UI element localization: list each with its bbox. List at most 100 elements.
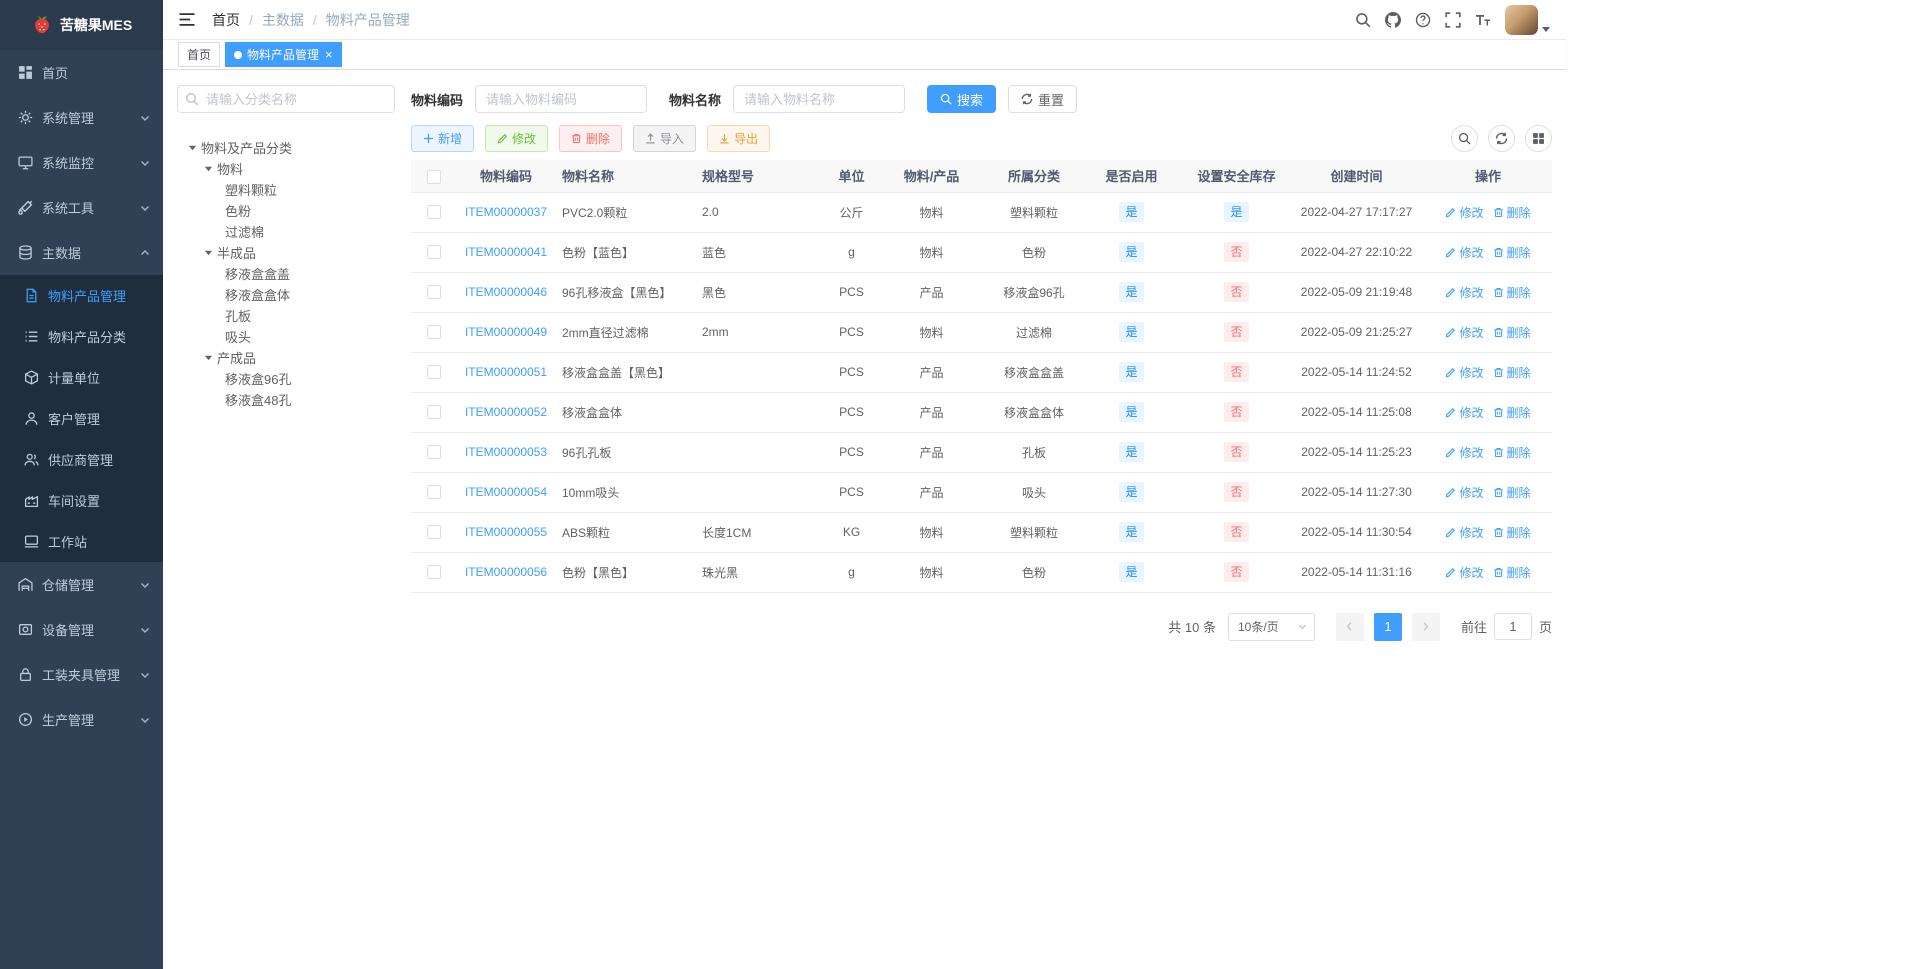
tree-node[interactable]: 孔板 xyxy=(177,305,395,326)
sidebar-item[interactable]: 仓储管理 xyxy=(0,562,163,607)
tree-node[interactable]: 塑料颗粒 xyxy=(177,179,395,200)
row-edit-link[interactable]: 修改 xyxy=(1445,324,1484,341)
row-checkbox[interactable] xyxy=(426,565,441,580)
tree-node[interactable]: 半成品 xyxy=(177,242,395,263)
row-edit-link[interactable]: 修改 xyxy=(1445,564,1484,581)
row-checkbox[interactable] xyxy=(426,365,441,380)
row-checkbox[interactable] xyxy=(426,445,441,460)
sidebar-item[interactable]: 工装夹具管理 xyxy=(0,652,163,697)
refresh-table-button[interactable] xyxy=(1488,125,1515,152)
reset-button[interactable]: 重置 xyxy=(1008,85,1078,113)
row-edit-link[interactable]: 修改 xyxy=(1445,444,1484,461)
row-delete-link[interactable]: 删除 xyxy=(1493,364,1531,381)
row-delete-link[interactable]: 删除 xyxy=(1493,204,1531,221)
row-delete-link[interactable]: 删除 xyxy=(1493,524,1531,541)
sidebar-subitem[interactable]: 工作站 xyxy=(0,521,163,562)
sidebar-subitem[interactable]: 车间设置 xyxy=(0,480,163,521)
goto-page-input[interactable] xyxy=(1493,613,1532,640)
row-delete-link[interactable]: 删除 xyxy=(1493,284,1531,301)
row-checkbox[interactable] xyxy=(426,485,441,500)
tree-node[interactable]: 移液盒盒体 xyxy=(177,284,395,305)
material-code-link[interactable]: ITEM00000041 xyxy=(465,245,547,259)
tree-node[interactable]: 产成品 xyxy=(177,347,395,368)
user-menu[interactable] xyxy=(1505,4,1551,35)
material-code-link[interactable]: ITEM00000037 xyxy=(465,205,547,219)
search-icon[interactable] xyxy=(1355,12,1371,28)
search-button[interactable]: 搜索 xyxy=(927,85,997,113)
material-code-link[interactable]: ITEM00000046 xyxy=(465,285,547,299)
sidebar-subitem[interactable]: 物料产品管理 xyxy=(0,275,163,316)
row-checkbox[interactable] xyxy=(426,205,441,220)
row-checkbox[interactable] xyxy=(426,245,441,260)
material-code-link[interactable]: ITEM00000051 xyxy=(465,365,547,379)
sidebar-item[interactable]: 设备管理 xyxy=(0,607,163,652)
row-checkbox[interactable] xyxy=(426,325,441,340)
page-size-select[interactable]: 10条/页 xyxy=(1227,612,1315,641)
next-page-button[interactable] xyxy=(1411,612,1440,641)
tab-item[interactable]: 物料产品管理 × xyxy=(225,42,342,67)
tab-item[interactable]: 首页 xyxy=(178,42,221,67)
row-delete-link[interactable]: 删除 xyxy=(1493,564,1531,581)
add-button[interactable]: 新增 xyxy=(411,125,475,152)
row-edit-link[interactable]: 修改 xyxy=(1445,244,1484,261)
avatar[interactable] xyxy=(1505,4,1538,35)
row-delete-link[interactable]: 删除 xyxy=(1493,444,1531,461)
sidebar-item[interactable]: 首页 xyxy=(0,50,163,95)
fullscreen-icon[interactable] xyxy=(1445,11,1461,28)
material-code-link[interactable]: ITEM00000053 xyxy=(465,445,547,459)
sidebar-subitem[interactable]: 物料产品分类 xyxy=(0,316,163,357)
current-page-button[interactable]: 1 xyxy=(1373,612,1402,641)
tree-node[interactable]: 物料及产品分类 xyxy=(177,137,395,158)
row-delete-link[interactable]: 删除 xyxy=(1493,244,1531,261)
sidebar-item[interactable]: 系统监控 xyxy=(0,140,163,185)
sidebar-item[interactable]: 系统管理 xyxy=(0,95,163,140)
material-name-input[interactable] xyxy=(733,85,906,113)
material-code-link[interactable]: ITEM00000052 xyxy=(465,405,547,419)
row-delete-link[interactable]: 删除 xyxy=(1493,484,1531,501)
material-code-link[interactable]: ITEM00000055 xyxy=(465,525,547,539)
sidebar-subitem[interactable]: 供应商管理 xyxy=(0,439,163,480)
edit-button[interactable]: 修改 xyxy=(485,125,549,152)
tree-node[interactable]: 移液盒96孔 xyxy=(177,368,395,389)
row-edit-link[interactable]: 修改 xyxy=(1445,364,1484,381)
sidebar-item[interactable]: 系统工具 xyxy=(0,185,163,230)
github-icon[interactable] xyxy=(1385,11,1401,28)
row-checkbox[interactable] xyxy=(426,405,441,420)
tree-node[interactable]: 色粉 xyxy=(177,200,395,221)
sidebar-item[interactable]: 生产管理 xyxy=(0,697,163,742)
tree-node[interactable]: 移液盒48孔 xyxy=(177,389,395,410)
category-search-input[interactable] xyxy=(177,85,395,113)
tree-node[interactable]: 吸头 xyxy=(177,326,395,347)
material-code-link[interactable]: ITEM00000049 xyxy=(465,325,547,339)
breadcrumb-item[interactable]: 首页 xyxy=(212,10,240,30)
row-delete-link[interactable]: 删除 xyxy=(1493,324,1531,341)
tree-node[interactable]: 移液盒盒盖 xyxy=(177,263,395,284)
select-all-checkbox[interactable] xyxy=(426,169,441,184)
tree-node[interactable]: 物料 xyxy=(177,158,395,179)
export-button[interactable]: 导出 xyxy=(707,125,771,152)
row-edit-link[interactable]: 修改 xyxy=(1445,284,1484,301)
row-edit-link[interactable]: 修改 xyxy=(1445,404,1484,421)
sidebar-subitem[interactable]: 计量单位 xyxy=(0,357,163,398)
row-edit-link[interactable]: 修改 xyxy=(1445,524,1484,541)
font-size-icon[interactable] xyxy=(1475,12,1491,28)
hamburger-icon[interactable] xyxy=(178,12,196,27)
material-code-link[interactable]: ITEM00000056 xyxy=(465,565,547,579)
row-edit-link[interactable]: 修改 xyxy=(1445,204,1484,221)
delete-button[interactable]: 删除 xyxy=(559,125,623,152)
sidebar-subitem[interactable]: 客户管理 xyxy=(0,398,163,439)
row-checkbox[interactable] xyxy=(426,285,441,300)
sidebar-item[interactable]: 主数据 xyxy=(0,230,163,275)
toggle-search-button[interactable] xyxy=(1451,125,1478,152)
material-code-link[interactable]: ITEM00000054 xyxy=(465,485,547,499)
tab-close-icon[interactable]: × xyxy=(325,48,333,61)
row-delete-link[interactable]: 删除 xyxy=(1493,404,1531,421)
tree-node[interactable]: 过滤棉 xyxy=(177,221,395,242)
row-checkbox[interactable] xyxy=(426,525,441,540)
import-button[interactable]: 导入 xyxy=(633,125,697,152)
material-code-input[interactable] xyxy=(475,85,648,113)
row-edit-link[interactable]: 修改 xyxy=(1445,484,1484,501)
help-icon[interactable] xyxy=(1415,12,1431,28)
prev-page-button[interactable] xyxy=(1335,612,1364,641)
columns-toggle-button[interactable] xyxy=(1525,125,1552,152)
